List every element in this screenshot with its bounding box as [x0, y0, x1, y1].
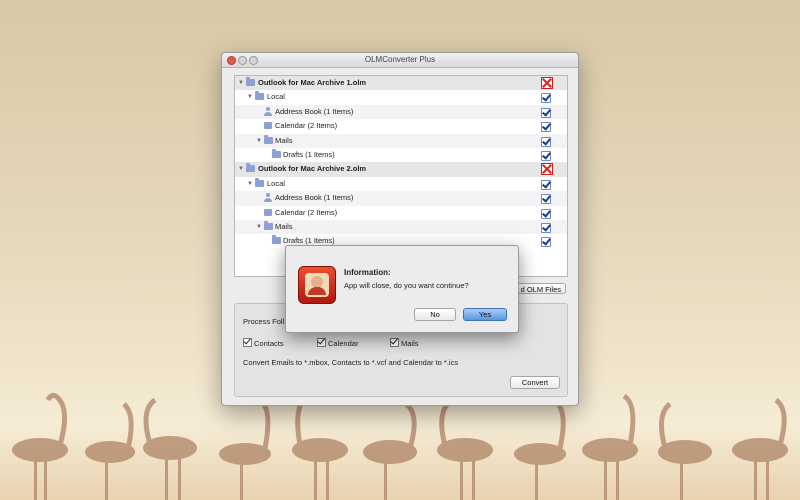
- disclosure-triangle-icon[interactable]: ▼: [238, 76, 244, 90]
- person-icon: [264, 193, 272, 203]
- include-checkbox[interactable]: [541, 179, 551, 190]
- tree-row-label: Address Book (1 Items): [275, 106, 354, 116]
- person-icon: [264, 106, 272, 116]
- flamingo-background: [12, 391, 788, 500]
- tree-row-label: Outlook for Mac Archive 1.olm: [258, 78, 367, 87]
- tree-row-item[interactable]: Address Book (1 Items): [235, 191, 567, 206]
- folder-icon: [272, 148, 281, 158]
- main-window: OLMConverter Plus ▼ Outlook for Mac Arch…: [221, 52, 579, 406]
- tree-row-label: Calendar (2 Items): [275, 121, 338, 131]
- tree-row-folder[interactable]: ▼ Local: [235, 177, 567, 191]
- include-checkbox[interactable]: [541, 150, 551, 161]
- tree-row-folder[interactable]: ▼ Mails: [235, 133, 567, 148]
- tree-row-item[interactable]: Drafts (1 Items): [235, 148, 567, 162]
- include-checkbox[interactable]: [541, 93, 551, 104]
- disclosure-triangle-icon[interactable]: ▼: [247, 177, 253, 191]
- no-button[interactable]: No: [414, 308, 456, 321]
- dialog-title: Information:: [344, 268, 391, 277]
- mails-label: Mails: [401, 339, 419, 348]
- disclosure-triangle-icon[interactable]: ▼: [247, 90, 253, 104]
- folder-icon: [255, 177, 264, 187]
- disclosure-triangle-icon[interactable]: ▼: [238, 162, 244, 176]
- remove-archive-icon[interactable]: [541, 163, 553, 176]
- tree-row-folder[interactable]: ▼ Local: [235, 90, 567, 104]
- tree-row-label: Local: [267, 92, 285, 102]
- tree-row-archive[interactable]: ▼ Outlook for Mac Archive 2.olm: [235, 162, 567, 177]
- tree-row-item[interactable]: Address Book (1 Items): [235, 104, 567, 120]
- tree-row-archive[interactable]: ▼ Outlook for Mac Archive 1.olm: [235, 76, 567, 91]
- folder-icon: [272, 235, 281, 245]
- checkbox-box[interactable]: [243, 338, 252, 347]
- calendar-icon: [264, 208, 272, 216]
- include-checkbox[interactable]: [541, 222, 551, 233]
- include-checkbox[interactable]: [541, 107, 551, 118]
- title-bar: OLMConverter Plus: [222, 53, 578, 68]
- calendar-checkbox[interactable]: Calendar: [317, 338, 358, 348]
- folder-icon: [264, 134, 273, 144]
- tree-row-label: Address Book (1 Items): [275, 193, 354, 203]
- tree-row-label: Local: [267, 178, 285, 188]
- include-checkbox[interactable]: [541, 194, 551, 205]
- contacts-checkbox[interactable]: Contacts: [243, 338, 284, 348]
- contacts-label: Contacts: [254, 339, 284, 348]
- checkbox-box[interactable]: [390, 338, 399, 347]
- tree-row-label: Outlook for Mac Archive 2.olm: [258, 164, 367, 174]
- folder-icon: [264, 220, 273, 230]
- dialog-message: App will close, do you want continue?: [344, 281, 469, 290]
- tree-row-label: Drafts (1 Items): [283, 149, 335, 159]
- convert-button[interactable]: Convert: [510, 376, 560, 389]
- include-checkbox[interactable]: [541, 136, 551, 147]
- include-checkbox[interactable]: [541, 208, 551, 219]
- calendar-icon: [264, 122, 272, 130]
- conversion-description: Convert Emails to *.mbox, Contacts to *.…: [243, 358, 459, 367]
- folder-icon: [255, 91, 264, 101]
- window-title: OLMConverter Plus: [364, 55, 436, 64]
- disclosure-triangle-icon[interactable]: ▼: [256, 134, 262, 148]
- tree-row-item[interactable]: Calendar (2 Items): [235, 119, 567, 133]
- include-checkbox[interactable]: [541, 122, 551, 133]
- mails-checkbox[interactable]: Mails: [390, 338, 419, 348]
- remove-archive-icon[interactable]: [541, 77, 553, 89]
- information-dialog: Information: App will close, do you want…: [285, 245, 519, 333]
- tree-row-folder[interactable]: ▼ Mails: [235, 219, 567, 235]
- folder-icon: [246, 77, 255, 86]
- disclosure-triangle-icon[interactable]: ▼: [256, 220, 262, 234]
- include-checkbox[interactable]: [541, 237, 551, 248]
- checkbox-box[interactable]: [317, 338, 326, 347]
- folder-icon: [246, 163, 255, 173]
- tree-row-label: Calendar (2 Items): [275, 207, 338, 217]
- app-logo-icon: [298, 266, 336, 304]
- yes-button[interactable]: Yes: [463, 308, 507, 321]
- tree-row-label: Mails: [275, 135, 293, 145]
- process-panel-title: Process Foll: [243, 317, 285, 326]
- calendar-label: Calendar: [328, 339, 359, 348]
- tree-row-item[interactable]: Calendar (2 Items): [235, 206, 567, 220]
- tree-row-label: Mails: [275, 221, 293, 231]
